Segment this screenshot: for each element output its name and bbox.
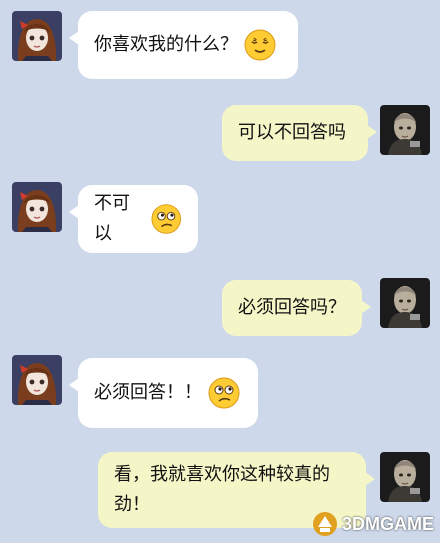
- man-avatar-image: [380, 452, 430, 502]
- thinking-emoji-icon: [208, 377, 240, 409]
- message-text-line-1: 看，我就喜欢你这种较真的: [114, 464, 330, 485]
- girl-avatar-image: [12, 182, 62, 232]
- watermark: 3DMGAME: [312, 511, 434, 537]
- 3dm-logo-icon: [312, 512, 337, 536]
- message-text: 你喜欢我的什么？: [94, 34, 238, 55]
- user-avatar[interactable]: [380, 452, 430, 502]
- man-avatar-image: [380, 105, 430, 155]
- contact-avatar[interactable]: [12, 182, 62, 232]
- user-avatar[interactable]: [380, 105, 430, 155]
- outgoing-message-bubble: 必须回答吗？: [222, 280, 371, 336]
- watermark-text: 3DMGAME: [341, 513, 434, 534]
- message-text: 可以不回答吗: [238, 122, 346, 143]
- girl-avatar-image: [12, 355, 62, 405]
- message-text-line-2: 劲！: [114, 494, 150, 515]
- contact-avatar[interactable]: [12, 355, 62, 405]
- message-text: 必须回答！！: [94, 382, 202, 403]
- man-avatar-image: [380, 278, 430, 328]
- message-text: 不可以: [94, 193, 130, 244]
- smiling-closed-eyes-emoji-icon: [244, 29, 276, 61]
- incoming-message-bubble: 不可以: [69, 185, 198, 253]
- user-avatar[interactable]: [380, 278, 430, 328]
- message-text: 必须回答吗？: [238, 297, 346, 318]
- incoming-message-bubble: 你喜欢我的什么？: [69, 11, 298, 79]
- outgoing-message-bubble: 可以不回答吗: [222, 105, 377, 161]
- contact-avatar[interactable]: [12, 11, 62, 61]
- girl-avatar-image: [12, 11, 62, 61]
- thinking-emoji-icon: [151, 203, 182, 235]
- incoming-message-bubble: 必须回答！！: [69, 358, 258, 428]
